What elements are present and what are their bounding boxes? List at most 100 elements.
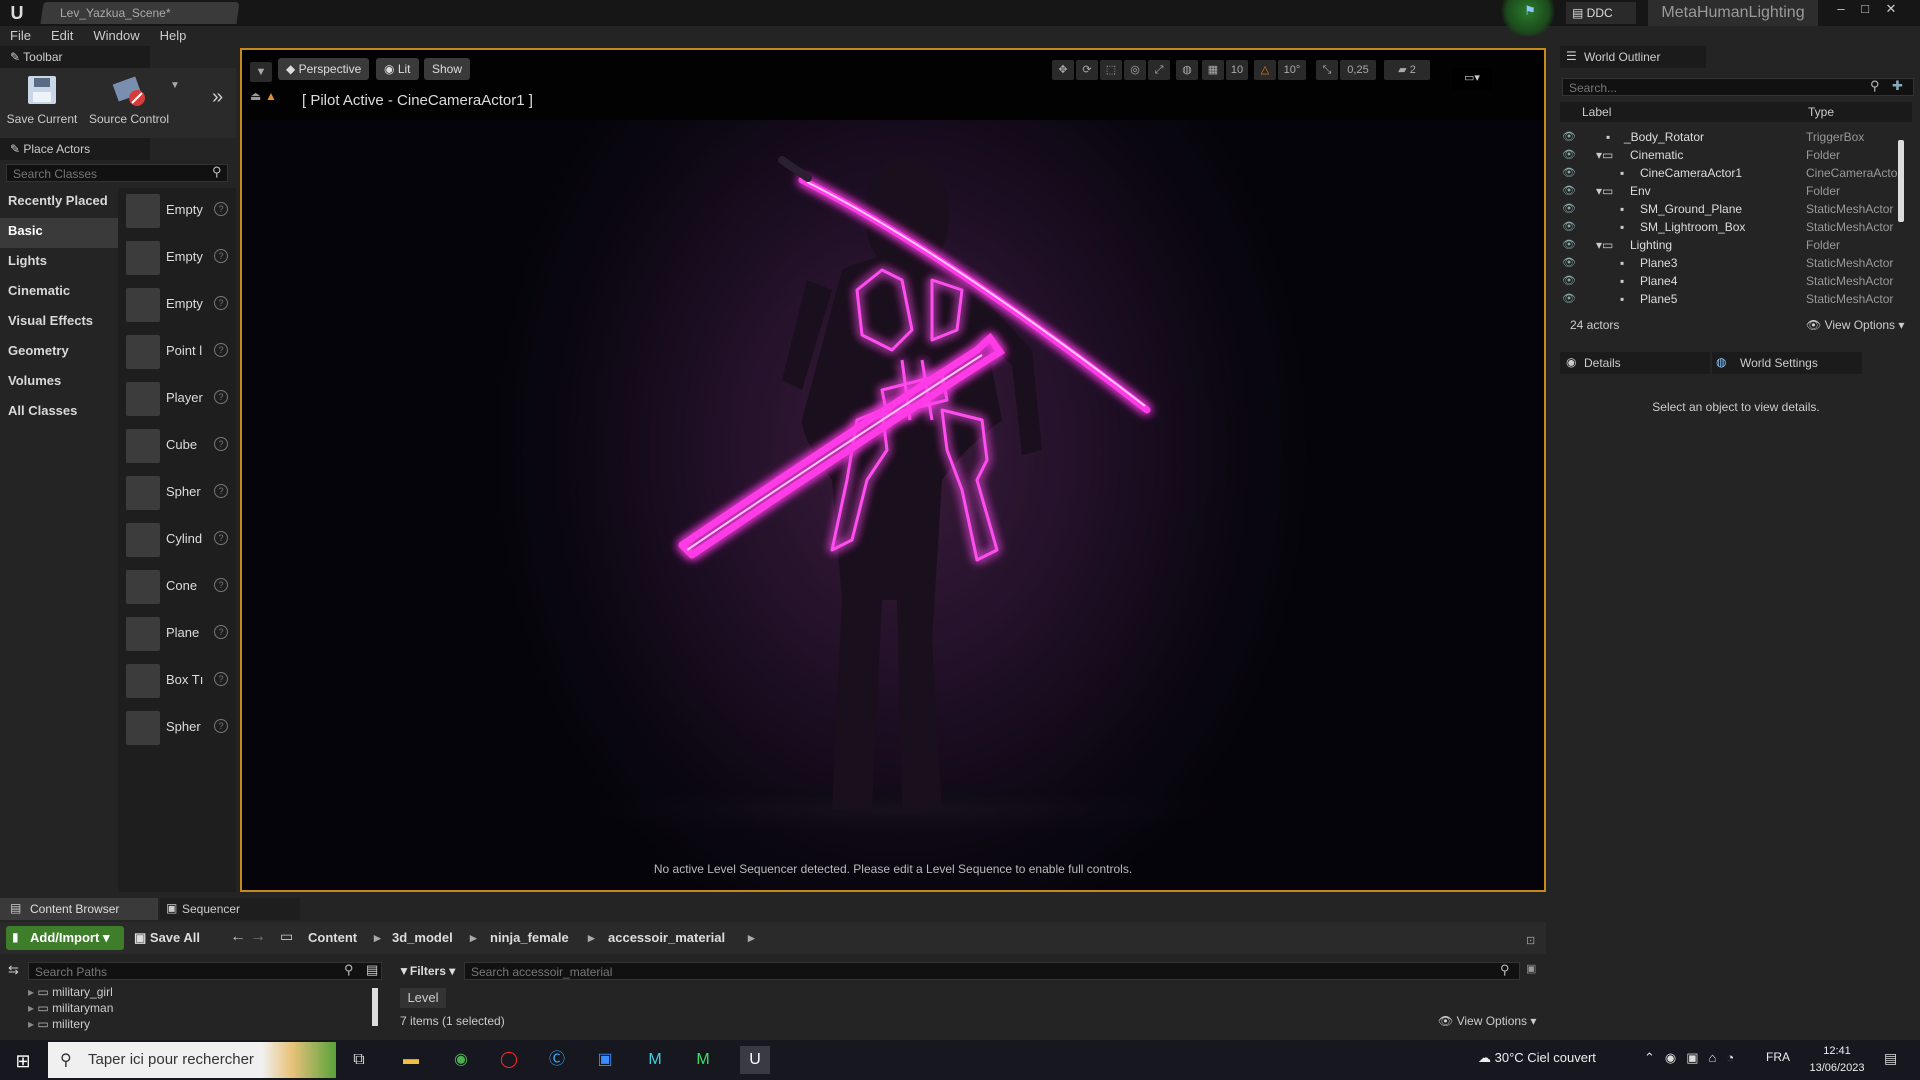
breadcrumb-ninja-female[interactable]: ninja_female bbox=[490, 926, 569, 950]
outliner-view-options[interactable]: 👁 View Options ▾ bbox=[1806, 318, 1904, 332]
breadcrumb-separator-icon[interactable]: ▸ bbox=[748, 926, 755, 950]
help-icon[interactable]: ? bbox=[214, 437, 228, 451]
actor-item[interactable]: Spher? bbox=[118, 470, 236, 517]
unreal-engine-taskbar-icon[interactable]: U bbox=[740, 1046, 770, 1074]
outliner-row[interactable]: 👁 ▾▭ Env Folder bbox=[1560, 182, 1912, 200]
actor-item[interactable]: Plane? bbox=[118, 611, 236, 658]
outliner-row[interactable]: 👁 ▪ CineCameraActor1 CineCameraActo bbox=[1560, 164, 1912, 182]
help-icon[interactable]: ? bbox=[214, 390, 228, 404]
category-recently-placed[interactable]: Recently Placed bbox=[0, 188, 118, 218]
breadcrumb-content[interactable]: Content bbox=[308, 926, 357, 950]
category-volumes[interactable]: Volumes bbox=[0, 368, 118, 398]
viewport-layout-icon[interactable]: ▭▾ bbox=[1452, 68, 1492, 90]
perspective-button[interactable]: ◆ Perspective bbox=[278, 58, 370, 80]
outliner-row[interactable]: 👁 ▪ SM_Ground_Plane StaticMeshActor bbox=[1560, 200, 1912, 218]
eye-icon[interactable]: 👁 bbox=[1562, 218, 1576, 236]
rotate-icon[interactable]: ⟳ bbox=[1076, 60, 1098, 80]
outliner-row[interactable]: 👁 ▪ SM_Lightroom_Box StaticMeshActor bbox=[1560, 218, 1912, 236]
actor-item[interactable]: Box Tı? bbox=[118, 658, 236, 705]
globe-icon[interactable]: ◍ bbox=[1176, 60, 1198, 80]
windows-start-icon[interactable]: ⊞ bbox=[12, 1050, 34, 1072]
outliner-scrollbar[interactable] bbox=[1898, 140, 1904, 222]
help-icon[interactable]: ? bbox=[214, 625, 228, 639]
actor-item[interactable]: Cone? bbox=[118, 564, 236, 611]
help-icon[interactable]: ? bbox=[214, 578, 228, 592]
category-cinematic[interactable]: Cinematic bbox=[0, 278, 118, 308]
help-icon[interactable]: ? bbox=[214, 719, 228, 733]
pilot-icons[interactable]: ⏏ ▲ bbox=[250, 88, 286, 108]
lock-icon[interactable]: ⊡ bbox=[1526, 934, 1535, 947]
m-app-icon[interactable]: M bbox=[688, 1046, 718, 1074]
category-lights[interactable]: Lights bbox=[0, 248, 118, 278]
folder-scrollbar[interactable] bbox=[372, 988, 378, 1026]
search-classes-input[interactable]: Search Classes bbox=[6, 164, 228, 182]
scale-icon[interactable]: ⬚ bbox=[1100, 60, 1122, 80]
outliner-search-input[interactable]: Search... bbox=[1562, 78, 1914, 96]
minimize-button[interactable]: – bbox=[1828, 0, 1854, 20]
folder-tree-item[interactable]: ▸ ▭ militaryman bbox=[28, 1001, 113, 1016]
folder-tree-item[interactable]: ▸ ▭ military_girl bbox=[28, 985, 113, 1000]
actor-item[interactable]: Empty? bbox=[118, 188, 236, 235]
actor-item[interactable]: Cube? bbox=[118, 423, 236, 470]
save-all-button[interactable]: ▣ Save All bbox=[134, 926, 200, 950]
level-tab[interactable]: Lev_Yazkua_Scene* bbox=[40, 2, 240, 24]
system-tray-icons[interactable]: ⌃◉▣⌂◔ bbox=[1644, 1050, 1744, 1066]
outliner-row[interactable]: 👁 ▪ Plane4 StaticMeshActor bbox=[1560, 272, 1912, 290]
actor-item[interactable]: Cylind? bbox=[118, 517, 236, 564]
level-asset-chip[interactable]: Level bbox=[400, 988, 446, 1008]
store-icon[interactable]: ▣ bbox=[590, 1046, 620, 1074]
grid-snap-value[interactable]: 10 bbox=[1226, 60, 1248, 80]
source-control-button[interactable]: Source Control bbox=[84, 72, 174, 126]
filters-button[interactable]: ▼Filters ▾ bbox=[398, 962, 455, 980]
m-app-icon[interactable]: M bbox=[640, 1046, 670, 1074]
outliner-row[interactable]: 👁 ▾▭ Lighting Folder bbox=[1560, 236, 1912, 254]
expand-arrow-icon[interactable]: ▸ bbox=[28, 985, 34, 999]
rotation-snap-value[interactable]: 10° bbox=[1278, 60, 1306, 80]
actor-item[interactable]: Empty? bbox=[118, 282, 236, 329]
outliner-row[interactable]: 👁 ▾▭ Cinematic Folder bbox=[1560, 146, 1912, 164]
actor-item[interactable]: Player? bbox=[118, 376, 236, 423]
back-arrow-icon[interactable]: ← bbox=[230, 928, 246, 946]
scale-snap-icon[interactable]: ⤡ bbox=[1316, 60, 1338, 80]
actor-item[interactable]: Empty? bbox=[118, 235, 236, 282]
outliner-row[interactable]: 👁 ▪ Plane5 StaticMeshActor bbox=[1560, 290, 1912, 308]
folder-tree-item[interactable]: ▸ ▭ militery bbox=[28, 1017, 90, 1032]
help-icon[interactable]: ? bbox=[214, 249, 228, 263]
help-icon[interactable]: ? bbox=[214, 343, 228, 357]
chrome-icon[interactable]: ◉ bbox=[446, 1046, 476, 1074]
grid-snap-icon[interactable]: ▦ bbox=[1202, 60, 1224, 80]
scale-snap-value[interactable]: 0,25 bbox=[1340, 60, 1376, 80]
world-local-icon[interactable]: ◎ bbox=[1124, 60, 1146, 80]
menu-edit[interactable]: Edit bbox=[41, 26, 83, 46]
ddc-button[interactable]: ▤ DDC bbox=[1566, 2, 1636, 24]
help-icon[interactable]: ? bbox=[214, 296, 228, 310]
level-viewport[interactable]: ▼ ◆ Perspective ◉ Lit Show ✥ ⟳ ⬚ ◎ ⤢ ◍ ▦… bbox=[240, 48, 1546, 892]
surface-snap-icon[interactable]: ⤢ bbox=[1148, 60, 1170, 80]
add-folder-icon[interactable]: ✚ bbox=[1892, 78, 1903, 94]
collections-icon[interactable]: ▤ bbox=[366, 962, 378, 978]
expand-toolbar-icon[interactable]: » bbox=[212, 86, 223, 109]
category-visual-effects[interactable]: Visual Effects bbox=[0, 308, 118, 338]
search-assets-input[interactable]: Search accessoir_material bbox=[464, 962, 1520, 980]
eye-icon[interactable]: 👁 bbox=[1562, 254, 1576, 272]
content-view-options[interactable]: 👁 View Options ▾ bbox=[1438, 1014, 1536, 1028]
details-tab[interactable]: Details bbox=[1560, 352, 1710, 374]
menu-file[interactable]: File bbox=[0, 26, 41, 46]
breadcrumb-3d-model[interactable]: 3d_model bbox=[392, 926, 453, 950]
help-icon[interactable]: ? bbox=[214, 672, 228, 686]
sequencer-tab[interactable]: Sequencer bbox=[160, 898, 300, 920]
breadcrumb-separator-icon[interactable]: ▸ bbox=[374, 926, 381, 950]
place-actors-tab[interactable]: ✎ Place Actors bbox=[0, 138, 150, 160]
expand-arrow-icon[interactable]: ▸ bbox=[28, 1001, 34, 1015]
help-icon[interactable]: ? bbox=[214, 484, 228, 498]
maximize-button[interactable]: □ bbox=[1852, 0, 1878, 20]
outliner-row[interactable]: 👁 ▪ Plane3 StaticMeshActor bbox=[1560, 254, 1912, 272]
expand-arrow-icon[interactable]: ▸ bbox=[28, 1017, 34, 1031]
save-current-button[interactable]: Save Current bbox=[6, 72, 78, 126]
category-all-classes[interactable]: All Classes bbox=[0, 398, 118, 428]
eye-icon[interactable]: 👁 bbox=[1562, 146, 1576, 164]
save-search-icon[interactable]: ▣ bbox=[1526, 962, 1536, 975]
help-icon[interactable]: ? bbox=[214, 202, 228, 216]
weather-widget[interactable]: ☁ 30°C Ciel couvert bbox=[1478, 1050, 1596, 1066]
camera-speed-button[interactable]: ▰ 2 bbox=[1384, 60, 1430, 80]
